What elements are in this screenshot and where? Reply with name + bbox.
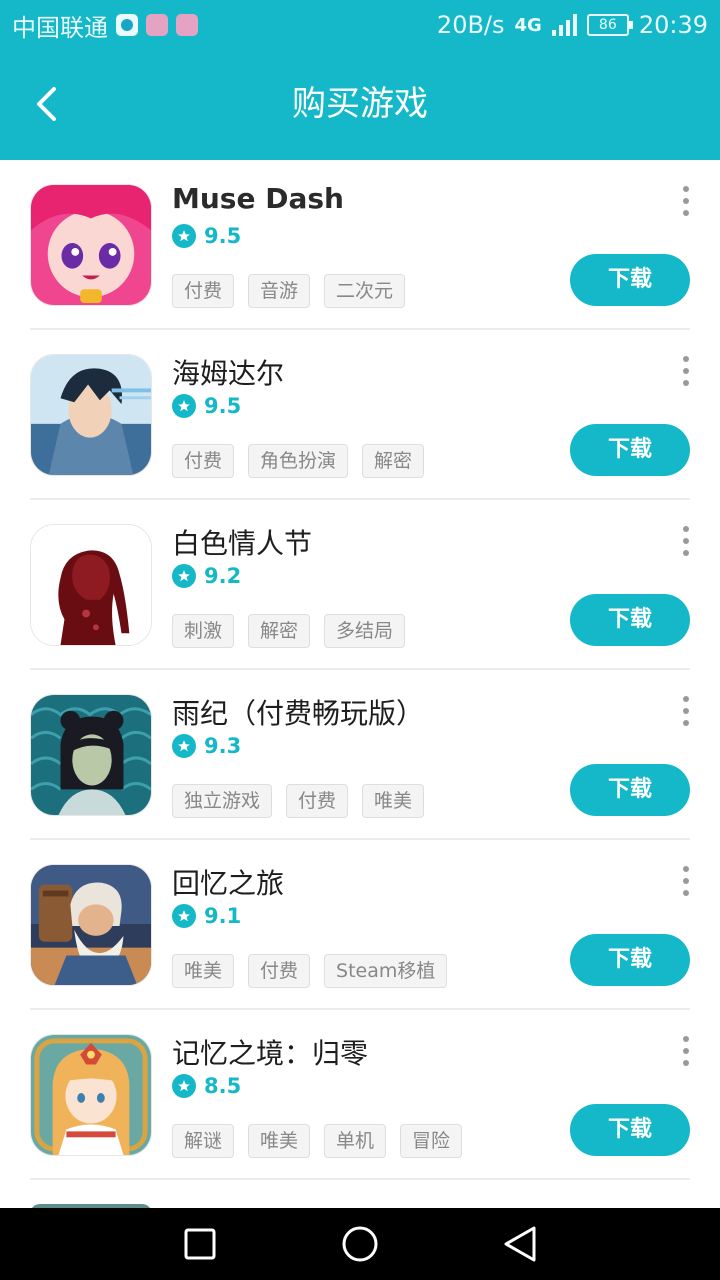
- status-right: 20B/s 4G 86 20:39: [437, 8, 708, 42]
- game-item-rain-era[interactable]: 雨纪（付费畅玩版） 9.3 独立游戏 付费 唯美 下载: [0, 670, 720, 840]
- game-name: Muse Dash: [172, 182, 344, 215]
- home-button[interactable]: [340, 1224, 380, 1264]
- tag-list: 付费 角色扮演 解密: [172, 444, 425, 478]
- tag[interactable]: 付费: [248, 954, 311, 988]
- tag-list: 解谜 唯美 单机 冒险: [172, 1124, 463, 1158]
- tag-list: 刺激 解密 多结局: [172, 614, 406, 648]
- network-type: 4G: [514, 14, 542, 36]
- tag[interactable]: 音游: [248, 274, 311, 308]
- tag-list: 付费 音游 二次元: [172, 274, 406, 308]
- more-options-icon[interactable]: [676, 186, 696, 216]
- download-button[interactable]: 下载: [570, 254, 690, 306]
- game-item-memory-realm[interactable]: 记忆之境：归零 8.5 解谜 唯美 单机 冒险 下载: [0, 1010, 720, 1180]
- more-options-icon[interactable]: [676, 696, 696, 726]
- tag[interactable]: 付费: [286, 784, 349, 818]
- game-name: 雨纪（付费畅玩版）: [172, 697, 425, 730]
- net-speed: 20B/s: [436, 11, 505, 39]
- game-item-heimdall[interactable]: 海姆达尔 9.5 付费 角色扮演 解密 下载: [0, 330, 720, 500]
- white-day-icon[interactable]: [30, 524, 152, 646]
- tag[interactable]: 唯美: [362, 784, 425, 818]
- browser-notification-icon: [116, 14, 138, 36]
- download-button[interactable]: 下载: [570, 594, 690, 646]
- triangle-back-icon: [504, 1226, 536, 1262]
- tag[interactable]: Steam移植: [324, 954, 448, 988]
- star-icon: [172, 564, 196, 588]
- tag[interactable]: 二次元: [324, 274, 406, 308]
- game-rating: 9.1: [172, 904, 241, 928]
- star-icon: [172, 1074, 196, 1098]
- download-button[interactable]: 下载: [570, 1104, 690, 1156]
- more-options-icon[interactable]: [676, 866, 696, 896]
- signal-icon: [551, 14, 577, 36]
- clock: 20:39: [638, 11, 708, 39]
- game-rating: 8.5: [172, 1074, 241, 1098]
- star-icon: [172, 734, 196, 758]
- tag[interactable]: 刺激: [172, 614, 235, 648]
- game-list: Muse Dash 9.5 付费 音游 二次元 下载 海姆达尔 9.5 付费 角…: [0, 160, 720, 1208]
- star-icon: [172, 224, 196, 248]
- bilibili-notification-icon: [146, 14, 168, 36]
- divider: [30, 1178, 690, 1180]
- tag[interactable]: 付费: [172, 444, 235, 478]
- tag[interactable]: 解密: [248, 614, 311, 648]
- game-rating: 9.5: [172, 394, 241, 418]
- rating-value: 9.5: [204, 394, 242, 418]
- page-title: 购买游戏: [292, 84, 428, 124]
- tag[interactable]: 单机: [324, 1124, 387, 1158]
- game-rating: 9.3: [172, 734, 241, 758]
- tag-list: 独立游戏 付费 唯美: [172, 784, 425, 818]
- status-bar: 中国联通 20B/s 4G 86 20:39: [0, 0, 720, 50]
- memory-realm-icon[interactable]: [30, 1034, 152, 1156]
- game-item-muse-dash[interactable]: Muse Dash 9.5 付费 音游 二次元 下载: [0, 160, 720, 330]
- game-name: 白色情人节: [172, 527, 313, 560]
- tag[interactable]: 角色扮演: [248, 444, 349, 478]
- download-button[interactable]: 下载: [570, 424, 690, 476]
- square-icon: [184, 1228, 216, 1260]
- more-options-icon[interactable]: [676, 356, 696, 386]
- tag[interactable]: 付费: [172, 274, 235, 308]
- tag[interactable]: 唯美: [172, 954, 235, 988]
- game-name: 记忆之境：归零: [172, 1037, 369, 1070]
- download-button[interactable]: 下载: [570, 764, 690, 816]
- rating-value: 9.2: [204, 564, 242, 588]
- game-rating: 9.2: [172, 564, 241, 588]
- carrier-name: 中国联通: [12, 13, 108, 42]
- game-item-memory-journey[interactable]: 回忆之旅 9.1 唯美 付费 Steam移植 下载: [0, 840, 720, 1010]
- rating-value: 8.5: [204, 1074, 242, 1098]
- tag[interactable]: 冒险: [400, 1124, 463, 1158]
- rain-era-icon[interactable]: [30, 694, 152, 816]
- rating-value: 9.3: [204, 734, 242, 758]
- rating-value: 9.1: [204, 904, 242, 928]
- star-icon: [172, 904, 196, 928]
- tag[interactable]: 解密: [362, 444, 425, 478]
- status-left: 中国联通: [12, 8, 198, 42]
- heimdall-icon[interactable]: [30, 354, 152, 476]
- muse-dash-icon[interactable]: [30, 184, 152, 306]
- more-options-icon[interactable]: [676, 526, 696, 556]
- tag[interactable]: 唯美: [248, 1124, 311, 1158]
- game-name: 海姆达尔: [172, 357, 285, 390]
- battery-icon: 86: [586, 14, 633, 36]
- rating-value: 9.5: [204, 224, 242, 248]
- navigation-bar: [0, 1208, 720, 1280]
- more-options-icon[interactable]: [676, 1036, 696, 1066]
- tag-list: 唯美 付费 Steam移植: [172, 954, 448, 988]
- circle-icon: [342, 1226, 378, 1262]
- recent-apps-button[interactable]: [180, 1224, 220, 1264]
- download-button[interactable]: 下载: [570, 934, 690, 986]
- bilibili-notification-icon-2: [176, 14, 198, 36]
- memory-journey-icon[interactable]: [30, 864, 152, 986]
- app-header: 购买游戏: [0, 50, 720, 160]
- tag[interactable]: 解谜: [172, 1124, 235, 1158]
- star-icon: [172, 394, 196, 418]
- tag[interactable]: 独立游戏: [172, 784, 273, 818]
- nav-back-button[interactable]: [500, 1224, 540, 1264]
- game-rating: 9.5: [172, 224, 241, 248]
- game-item-white-day[interactable]: 白色情人节 9.2 刺激 解密 多结局 下载: [0, 500, 720, 670]
- tag[interactable]: 多结局: [324, 614, 406, 648]
- game-name: 回忆之旅: [172, 867, 285, 900]
